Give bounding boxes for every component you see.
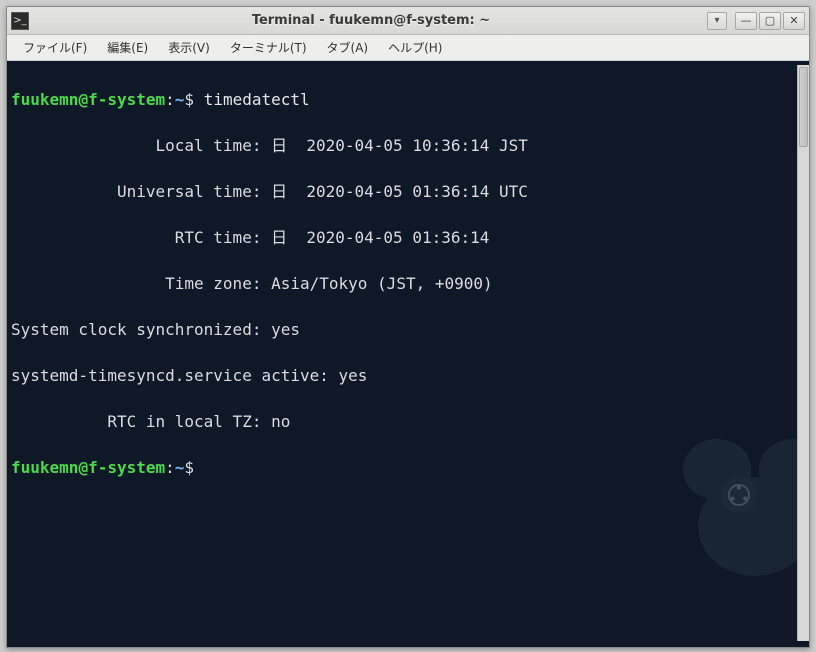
scrollbar-thumb[interactable] [799,67,808,147]
prompt-user: fuukemn [11,90,78,109]
menu-terminal[interactable]: ターミナル(T) [220,36,317,59]
close-button[interactable]: ✕ [783,12,805,30]
prompt-sigil: $ [184,458,194,477]
prompt-colon: : [165,458,175,477]
prompt-line-2: fuukemn@f-system:~$ [11,456,797,479]
prompt-host: f-system [88,458,165,477]
output-line: RTC in local TZ: no [11,410,797,433]
prompt-sigil: $ [184,90,194,109]
terminal-app-icon: >_ [11,12,29,30]
menu-file[interactable]: ファイル(F) [13,36,97,59]
watermark-ubuntu-icon [721,477,757,513]
prompt-cwd: ~ [175,90,185,109]
prompt-at: @ [78,90,88,109]
menu-view[interactable]: 表示(V) [158,36,220,59]
terminal-wrap: fuukemn@f-system:~$ timedatectl Local ti… [7,61,809,647]
minimize-button[interactable]: — [735,12,757,30]
maximize-button[interactable]: ▢ [759,12,781,30]
prompt-at: @ [78,458,88,477]
output-line: Universal time: 日 2020-04-05 01:36:14 UT… [11,180,797,203]
terminal-area[interactable]: fuukemn@f-system:~$ timedatectl Local ti… [11,65,797,641]
titlebar[interactable]: >_ Terminal - fuukemn@f-system: ~ ▾ — ▢ … [7,7,809,35]
command-1: timedatectl [204,90,310,109]
prompt-host: f-system [88,90,165,109]
prompt-user: fuukemn [11,458,78,477]
output-line: Time zone: Asia/Tokyo (JST, +0900) [11,272,797,295]
window-controls: — ▢ ✕ [733,12,805,30]
menubar: ファイル(F) 編集(E) 表示(V) ターミナル(T) タブ(A) ヘルプ(H… [7,35,809,61]
window-stick-button[interactable]: ▾ [707,12,727,30]
prompt-line-1: fuukemn@f-system:~$ timedatectl [11,88,797,111]
prompt-colon: : [165,90,175,109]
output-line: System clock synchronized: yes [11,318,797,341]
output-line: RTC time: 日 2020-04-05 01:36:14 [11,226,797,249]
menu-tabs[interactable]: タブ(A) [317,36,379,59]
terminal-window: >_ Terminal - fuukemn@f-system: ~ ▾ — ▢ … [6,6,810,648]
output-line: systemd-timesyncd.service active: yes [11,364,797,387]
window-title: Terminal - fuukemn@f-system: ~ [35,13,707,28]
prompt-cwd: ~ [175,458,185,477]
terminal-scrollbar[interactable] [797,65,809,641]
output-line: Local time: 日 2020-04-05 10:36:14 JST [11,134,797,157]
menu-edit[interactable]: 編集(E) [97,36,158,59]
menu-help[interactable]: ヘルプ(H) [378,36,452,59]
